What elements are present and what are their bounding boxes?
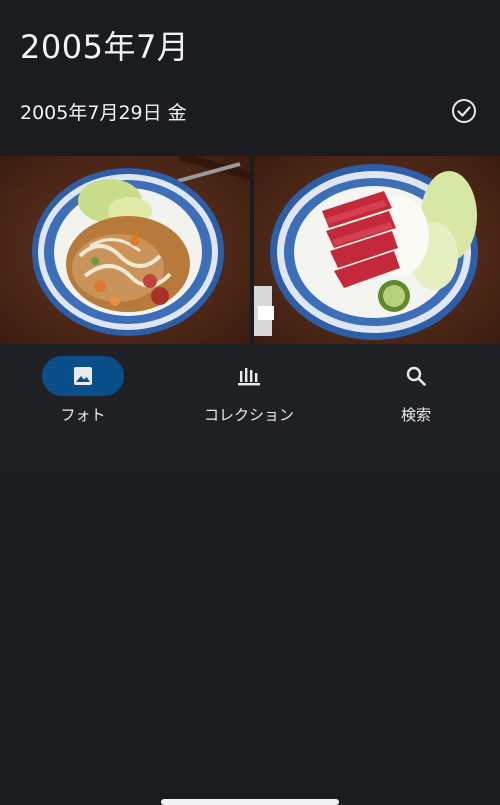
search-icon <box>406 366 426 386</box>
nav-tab-label: 検索 <box>400 406 431 424</box>
nav-active-indicator <box>42 356 124 396</box>
bottom-navigation: フォト コレクション 検索 <box>0 344 500 805</box>
photo-thumbnail[interactable] <box>254 156 500 344</box>
date-header: 2005年7月29日 金 <box>20 102 187 124</box>
nav-tab-search[interactable]: 検索 <box>346 356 486 436</box>
nav-tab-photos[interactable]: フォト <box>13 356 153 436</box>
select-all-check-icon[interactable] <box>451 98 477 124</box>
month-title: 2005年7月 <box>20 28 190 66</box>
photo-icon <box>74 367 92 385</box>
photo-grid <box>0 156 500 344</box>
nav-tab-collections[interactable]: コレクション <box>179 356 319 436</box>
photo-thumbnail[interactable] <box>0 156 250 344</box>
home-indicator[interactable] <box>161 799 339 805</box>
nav-tab-label: フォト <box>60 406 106 424</box>
collections-icon <box>238 368 260 386</box>
nav-tab-label: コレクション <box>203 406 294 424</box>
